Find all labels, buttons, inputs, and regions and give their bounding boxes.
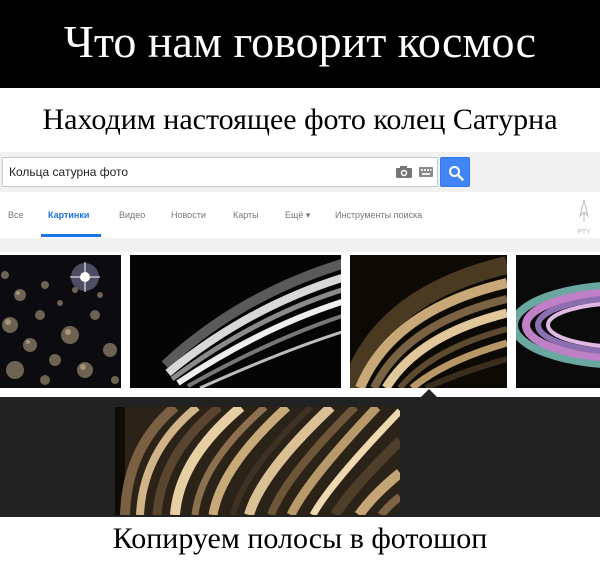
meme-subtitle: Находим настоящее фото колец Сатурна — [42, 103, 558, 136]
image-preview-panel — [0, 397, 600, 517]
top-banner: Что нам говорит космос — [0, 0, 600, 88]
tab-video[interactable]: Видео — [119, 210, 145, 220]
image-results — [0, 252, 600, 390]
active-tab-indicator — [41, 234, 101, 237]
search-page: Все Картинки Видео Новости Карты Ещё ▾ И… — [0, 152, 600, 252]
tab-search-tools[interactable]: Инструменты поиска — [335, 210, 422, 220]
meme-title: Что нам говорит космос — [63, 16, 537, 67]
search-input[interactable] — [9, 163, 379, 181]
search-tabs: Все Картинки Видео Новости Карты Ещё ▾ И… — [0, 192, 600, 238]
result-image-asteroids[interactable] — [0, 255, 121, 388]
tab-images[interactable]: Картинки — [48, 210, 89, 220]
result-image-rings-false-color[interactable] — [516, 255, 600, 388]
preview-pointer — [421, 389, 437, 397]
keyboard-icon[interactable] — [419, 167, 433, 177]
tab-all[interactable]: Все — [8, 210, 24, 220]
watermark-logo: PTY — [574, 200, 594, 246]
tab-more[interactable]: Ещё ▾ — [285, 210, 310, 221]
tab-news[interactable]: Новости — [171, 210, 206, 220]
search-button[interactable] — [440, 157, 470, 187]
camera-icon[interactable] — [395, 165, 413, 179]
result-image-rings-bw[interactable] — [130, 255, 341, 388]
tab-maps[interactable]: Карты — [233, 210, 259, 220]
preview-image-rings[interactable] — [115, 407, 400, 515]
search-bar[interactable] — [2, 157, 438, 187]
result-image-rings-color[interactable] — [350, 255, 507, 388]
meme-caption: Копируем полосы в фотошоп — [112, 522, 488, 555]
watermark-text: PTY — [577, 229, 591, 236]
